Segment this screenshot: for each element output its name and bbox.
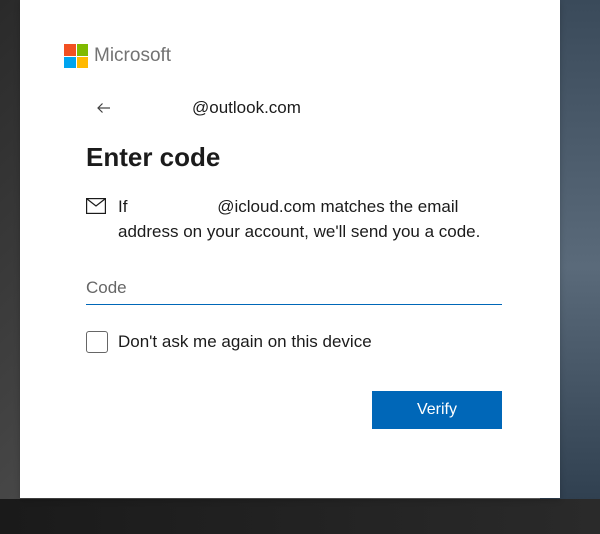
brand-name: Microsoft [94,45,171,67]
brand-header: Microsoft [64,44,516,68]
identity-row: @outlook.com [64,96,516,120]
back-arrow-icon[interactable] [92,96,116,120]
action-buttons: Verify [64,391,516,429]
remember-device-checkbox[interactable] [86,331,108,353]
email-display: @outlook.com [130,98,301,118]
instruction-prefix: If [118,197,127,216]
verify-button[interactable]: Verify [372,391,502,429]
page-title: Enter code [64,142,516,173]
mail-icon [86,198,106,219]
instruction-text: If @icloud.com matches the email address… [118,195,502,244]
remember-device-label: Don't ask me again on this device [118,332,372,352]
instruction-row: If @icloud.com matches the email address… [64,195,516,244]
sign-in-dialog: Microsoft @outlook.com Enter code If @ic… [20,0,560,498]
code-input[interactable] [86,272,502,305]
background-decoration-bottom [0,499,600,534]
microsoft-logo-icon [64,44,88,68]
remember-device-row: Don't ask me again on this device [64,331,516,353]
